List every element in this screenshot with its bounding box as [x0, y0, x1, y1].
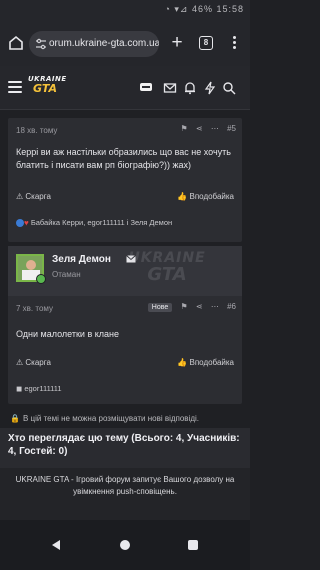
site-settings-icon[interactable]: [35, 38, 47, 50]
locked-thread-notice: 🔒 В цій темі не можна розміщувати нові ві…: [0, 410, 250, 428]
more-icon[interactable]: ⋯: [211, 302, 219, 311]
post-text: Одни малолетки в клане: [16, 329, 120, 339]
new-tab-button[interactable]: +: [168, 33, 186, 54]
avatar-head: [26, 260, 36, 270]
envelope-icon[interactable]: [163, 81, 177, 95]
address-bar[interactable]: orum.ukraine-gta.com.ua: [29, 31, 159, 57]
back-icon[interactable]: [52, 540, 60, 550]
hamburger-menu-icon[interactable]: [8, 81, 22, 93]
home-icon[interactable]: [8, 35, 24, 51]
logo-bottom-text: GTA: [33, 82, 57, 95]
author-name[interactable]: Зеля Демон: [52, 254, 111, 265]
home-button-icon[interactable]: [120, 540, 130, 550]
tabs-count-button[interactable]: 8: [199, 36, 213, 50]
notice-text: В цій темі не можна розміщувати нові від…: [22, 414, 199, 423]
browser-menu-button[interactable]: [227, 34, 241, 54]
like-reaction-icon: [16, 219, 24, 228]
reacted-by-user[interactable]: egor111111: [24, 384, 61, 393]
user-badge-icon[interactable]: [140, 83, 152, 91]
post-actions: Нове ⚑ ⋖ ⋯ #6: [142, 302, 236, 312]
more-icon[interactable]: ⋯: [211, 124, 219, 133]
reacted-by-row[interactable]: ◼ egor111111: [16, 384, 62, 393]
site-header: UKRAINE GTA: [0, 66, 250, 110]
system-status-bar: ◔ ▾⊿ 46% 15:58: [0, 0, 250, 22]
reaction-icon: ◼: [16, 384, 23, 393]
bookmark-icon[interactable]: ⚑: [181, 302, 188, 311]
bookmark-icon[interactable]: ⚑: [181, 124, 188, 133]
post-time[interactable]: 18 хв. тому: [16, 126, 57, 135]
status-icons: ◔ ▾⊿ 46% 15:58: [164, 4, 244, 14]
post-actions: ⚑ ⋖ ⋯ #5: [175, 124, 236, 133]
push-permission-banner[interactable]: UKRAINE GTA - Ігровий форум запитує Вашо…: [0, 468, 250, 520]
reactions-row[interactable]: ♥ Бабайка Керри, egor111111 і Зеля Демон: [16, 218, 172, 228]
thread-content: 18 хв. тому ⚑ ⋖ ⋯ #5 Керрі ви аж настіль…: [0, 110, 250, 520]
lock-icon: 🔒: [10, 414, 20, 423]
report-button[interactable]: ⚠ Скарга: [16, 358, 51, 367]
search-icon[interactable]: [222, 81, 236, 95]
system-nav-bar: [0, 520, 250, 570]
heart-reaction-icon: ♥: [24, 218, 29, 228]
post-time[interactable]: 7 хв. тому: [16, 304, 53, 313]
post-number[interactable]: #6: [227, 302, 236, 311]
share-icon[interactable]: ⋖: [196, 124, 203, 133]
lightning-icon[interactable]: [203, 81, 217, 95]
post-5: 18 хв. тому ⚑ ⋖ ⋯ #5 Керрі ви аж настіль…: [8, 118, 242, 242]
like-button[interactable]: 👍 Вподобайка: [177, 192, 234, 201]
report-label: Скарга: [25, 192, 51, 201]
url-text[interactable]: orum.ukraine-gta.com.ua: [49, 38, 159, 49]
like-label: Вподобайка: [189, 358, 235, 367]
bell-icon[interactable]: [183, 81, 197, 95]
recents-icon[interactable]: [188, 540, 198, 550]
report-button[interactable]: ⚠ Скарга: [16, 192, 51, 201]
new-badge: Нове: [147, 303, 173, 312]
browser-toolbar: orum.ukraine-gta.com.ua + 8: [0, 22, 250, 66]
author-role: Отаман: [52, 270, 81, 279]
site-logo[interactable]: UKRAINE GTA: [28, 75, 66, 97]
online-badge-icon: [36, 274, 46, 284]
post-6: Зеля Демон Отаман 7 хв. тому Нове ⚑ ⋖ ⋯ …: [8, 246, 242, 404]
reactions-list[interactable]: Бабайка Керри, egor111111 і Зеля Демон: [31, 218, 172, 227]
like-label: Вподобайка: [189, 192, 235, 201]
like-button[interactable]: 👍 Вподобайка: [177, 358, 234, 367]
report-label: Скарга: [25, 358, 51, 367]
watchers-heading: Хто переглядає цю тему (Всього: 4, Учасн…: [0, 428, 250, 468]
post-text: Керрі ви аж настільки образились що вас …: [16, 147, 231, 170]
mail-icon[interactable]: [126, 255, 136, 263]
author-bar: Зеля Демон Отаман: [8, 246, 242, 296]
post-number[interactable]: #5: [227, 124, 236, 133]
share-icon[interactable]: ⋖: [196, 302, 203, 311]
